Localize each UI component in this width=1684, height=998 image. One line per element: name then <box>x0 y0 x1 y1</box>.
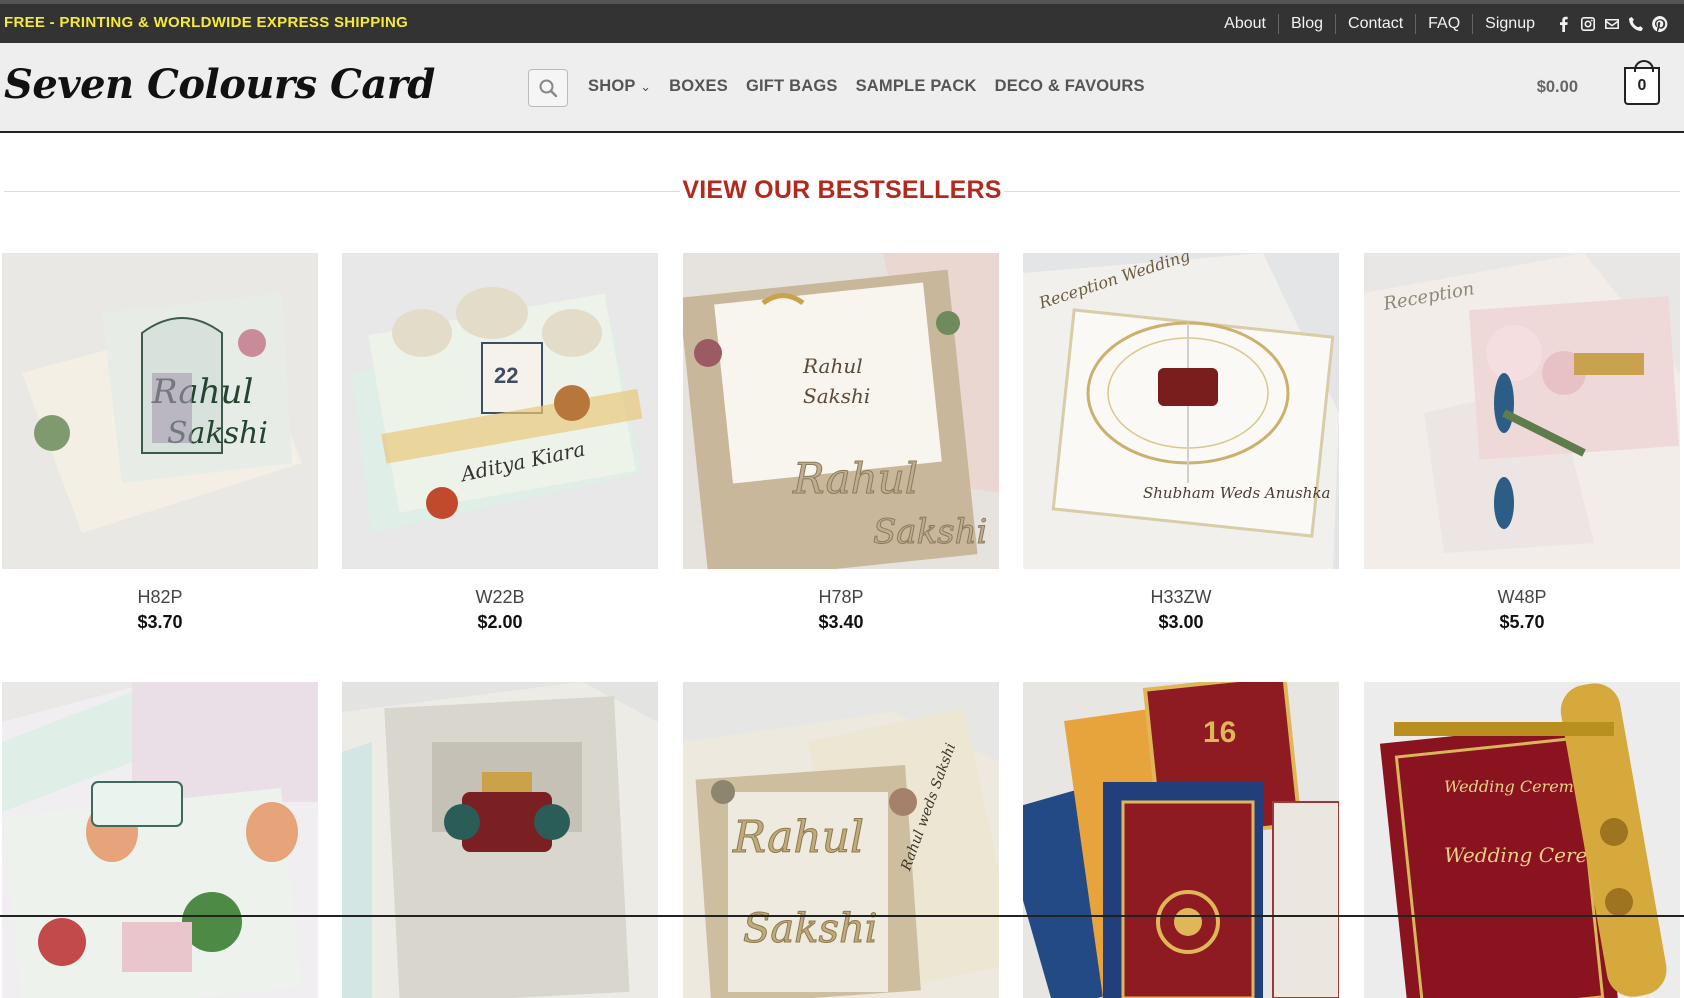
search-icon <box>539 79 558 98</box>
product-card[interactable]: 16 <box>1023 682 1339 998</box>
svg-text:16: 16 <box>1203 716 1236 749</box>
product-name[interactable]: H78P <box>683 587 999 608</box>
product-price: $2.00 <box>477 612 523 632</box>
facebook-icon[interactable] <box>1556 16 1572 32</box>
top-bar: FREE - PRINTING & WORLDWIDE EXPRESS SHIP… <box>0 0 1684 43</box>
product-price: $3.00 <box>1158 612 1204 632</box>
cart-button[interactable]: 0 <box>1624 60 1660 105</box>
svg-text:Rahul: Rahul <box>802 354 863 378</box>
promo-text: FREE - PRINTING & WORLDWIDE EXPRESS SHIP… <box>4 14 409 31</box>
product-image[interactable]: Rahul Sakshi <box>2 253 318 569</box>
link-blog[interactable]: Blog <box>1277 14 1335 34</box>
link-signup[interactable]: Signup <box>1472 14 1547 34</box>
svg-text:Shubham Weds Anushka: Shubham Weds Anushka <box>1143 484 1330 502</box>
product-card[interactable]: Reception W48P $5.70 <box>1364 253 1680 633</box>
nav-deco-favours[interactable]: DECO & FAVOURS <box>995 77 1145 96</box>
divider-right <box>1004 191 1680 192</box>
product-price: $5.70 <box>1499 612 1545 632</box>
site-header: Seven Colours Card SHOP ⌄ BOXES GIFT BAG… <box>0 43 1684 133</box>
product-card[interactable] <box>2 682 318 998</box>
svg-text:22: 22 <box>494 363 518 388</box>
social-icons <box>1556 16 1668 32</box>
product-name[interactable]: W22B <box>342 587 658 608</box>
phone-icon[interactable] <box>1628 16 1644 32</box>
product-price: $3.40 <box>818 612 864 632</box>
cart-count: 0 <box>1637 77 1647 94</box>
top-links: About Blog Contact FAQ Signup <box>1212 14 1547 34</box>
svg-text:Rahul: Rahul <box>792 454 918 503</box>
svg-text:Sakshi: Sakshi <box>873 512 987 552</box>
pinterest-icon[interactable] <box>1652 16 1668 32</box>
nav-boxes[interactable]: BOXES <box>669 77 728 96</box>
bestsellers-heading: VIEW OUR BESTSELLERS <box>0 176 1684 206</box>
product-card[interactable]: Shubham Weds Anushka Reception Wedding H3… <box>1023 253 1339 633</box>
product-card[interactable]: 22 Aditya Kiara W22B $2.00 <box>342 253 658 633</box>
email-icon[interactable] <box>1604 16 1620 32</box>
main-nav: SHOP ⌄ BOXES GIFT BAGS SAMPLE PACK DECO … <box>588 77 1145 96</box>
product-name[interactable]: H33ZW <box>1023 587 1339 608</box>
product-image[interactable]: Rahul Sakshi Rahul weds Sakshi <box>683 682 999 998</box>
link-contact[interactable]: Contact <box>1335 14 1415 34</box>
product-image[interactable]: 16 <box>1023 682 1339 998</box>
nav-sample-pack[interactable]: SAMPLE PACK <box>856 77 977 96</box>
product-card[interactable]: Rahul Sakshi H82P $3.70 <box>2 253 318 633</box>
cart-total[interactable]: $0.00 <box>1537 78 1578 97</box>
product-image[interactable]: Wedding Ceremony Wedding Ceremony <box>1364 682 1680 998</box>
svg-text:Sakshi: Sakshi <box>743 906 878 952</box>
search-button[interactable] <box>528 69 568 107</box>
product-card[interactable]: Rahul Sakshi Rahul Sakshi H78P $3.40 <box>683 253 999 633</box>
nav-shop[interactable]: SHOP ⌄ <box>588 77 651 96</box>
svg-text:Sakshi: Sakshi <box>803 384 870 408</box>
product-image[interactable]: Rahul Sakshi Rahul Sakshi <box>683 253 999 569</box>
product-card[interactable] <box>342 682 658 998</box>
product-name[interactable]: H82P <box>2 587 318 608</box>
product-image[interactable] <box>342 682 658 998</box>
product-card[interactable]: Wedding Ceremony Wedding Ceremony <box>1364 682 1680 998</box>
product-card[interactable]: Rahul Sakshi Rahul weds Sakshi <box>683 682 999 998</box>
product-image[interactable]: Shubham Weds Anushka Reception Wedding <box>1023 253 1339 569</box>
link-about[interactable]: About <box>1212 14 1278 34</box>
site-logo[interactable]: Seven Colours Card <box>4 61 435 108</box>
chevron-down-icon: ⌄ <box>640 79 652 94</box>
link-faq[interactable]: FAQ <box>1415 14 1472 34</box>
product-name[interactable]: W48P <box>1364 587 1680 608</box>
product-image[interactable] <box>2 682 318 998</box>
nav-gift-bags[interactable]: GIFT BAGS <box>746 77 838 96</box>
product-image[interactable]: Reception <box>1364 253 1680 569</box>
nav-shop-label: SHOP <box>588 77 636 95</box>
svg-text:Rahul: Rahul <box>732 812 864 863</box>
product-image[interactable]: 22 Aditya Kiara <box>342 253 658 569</box>
instagram-icon[interactable] <box>1580 16 1596 32</box>
product-price: $3.70 <box>137 612 183 632</box>
